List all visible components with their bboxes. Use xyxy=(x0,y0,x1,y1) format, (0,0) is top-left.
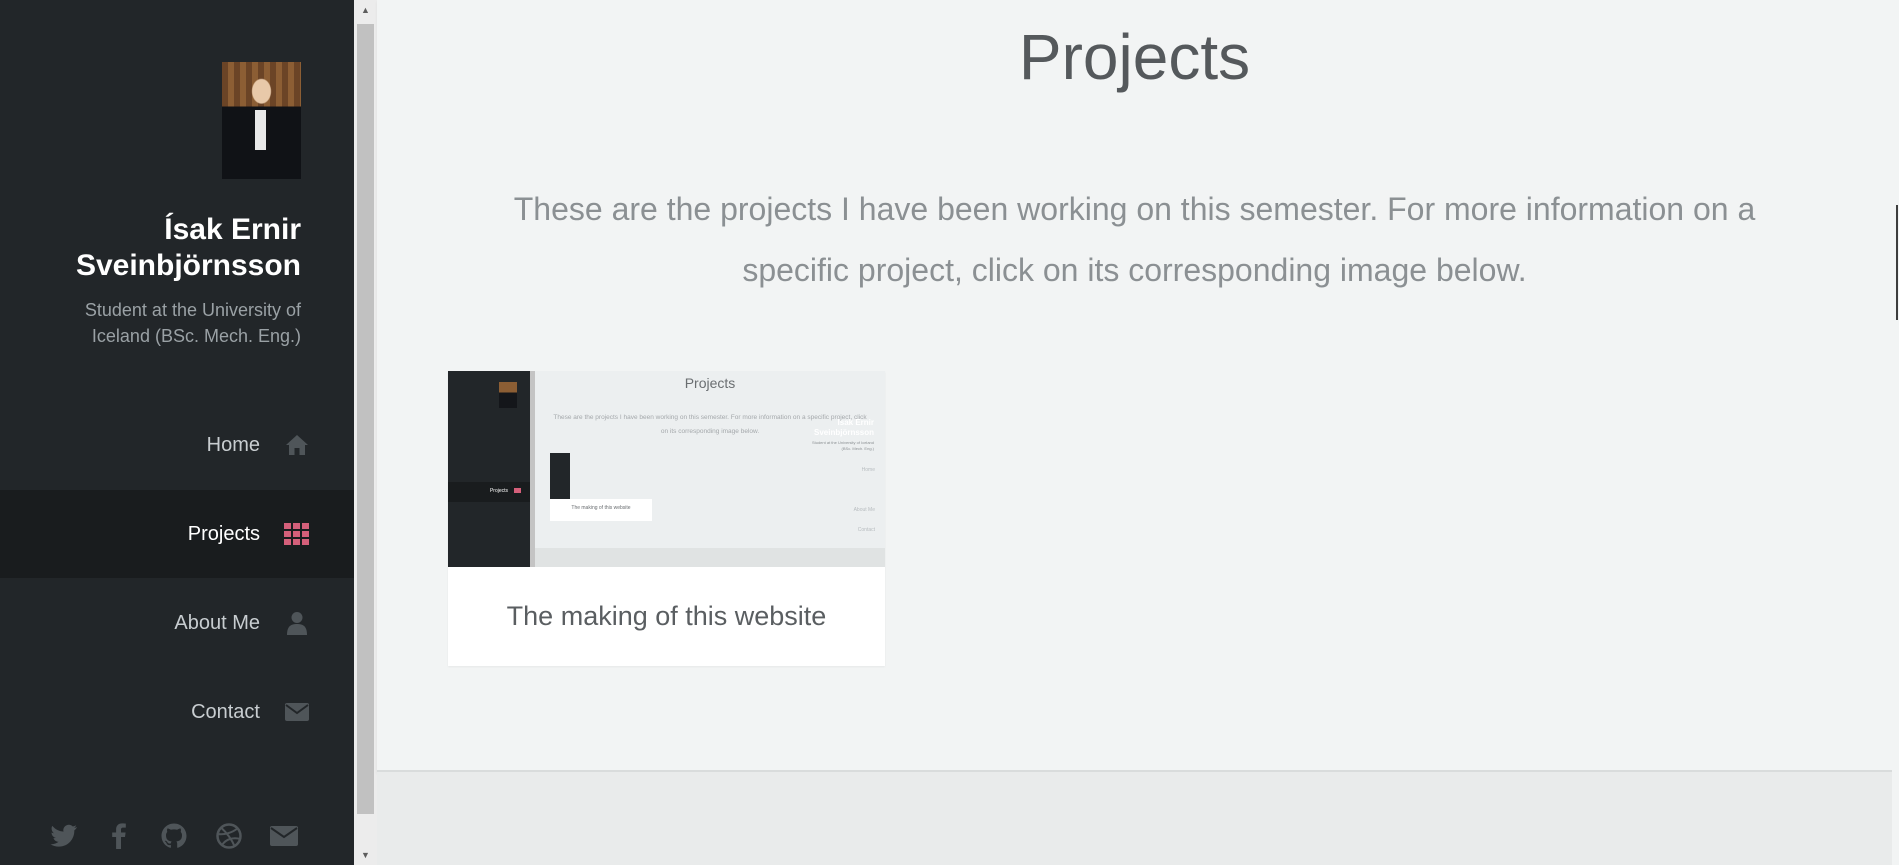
thumbnail-project-card: The making of this website xyxy=(550,453,652,521)
thumbnail-title: Projects xyxy=(684,375,736,391)
thumbnail-nav-about: About Me xyxy=(853,507,875,513)
scrollbar-thumb[interactable] xyxy=(357,24,374,814)
github-icon[interactable] xyxy=(160,822,188,850)
author-subtitle: Student at the University of Iceland (BS… xyxy=(84,300,301,346)
thumbnail-avatar xyxy=(499,382,517,408)
sidebar: Ísak Ernir Sveinbjörnsson Student at the… xyxy=(0,0,354,865)
nav-item-label: Projects xyxy=(187,522,260,545)
page-title: Projects xyxy=(1018,21,1251,93)
scroll-up-arrow-icon[interactable]: ▲ xyxy=(354,0,377,20)
nav-item-about[interactable]: About Me xyxy=(0,579,354,667)
home-icon xyxy=(284,432,310,458)
page-scrollbar[interactable]: ▲ ▼ xyxy=(354,0,377,865)
page-intro: These are the projects I have been worki… xyxy=(513,191,1756,288)
thumbnail-author-subtitle: Student at the University of Iceland (BS… xyxy=(811,440,874,451)
right-scroll-marker xyxy=(1896,205,1898,320)
user-icon xyxy=(284,610,310,636)
dribbble-icon[interactable] xyxy=(215,822,243,850)
social-links xyxy=(50,822,298,850)
thumbnail-nav-contact: Contact xyxy=(857,527,875,533)
envelope-icon[interactable] xyxy=(270,822,298,850)
project-card[interactable]: Ísak Ernir Sveinbjörnsson Student at the… xyxy=(448,371,885,666)
thumbnail-intro: These are the projects I have been worki… xyxy=(553,414,867,435)
nav-item-contact[interactable]: Contact xyxy=(0,668,354,756)
footer-area xyxy=(377,772,1892,865)
main-content: Projects These are the projects I have b… xyxy=(377,0,1892,772)
right-edge xyxy=(1892,0,1899,865)
nav-item-label: About Me xyxy=(174,611,260,634)
grid-icon xyxy=(284,521,310,547)
project-card-title[interactable]: The making of this website xyxy=(448,567,885,666)
thumbnail-sidebar xyxy=(448,371,530,567)
nav-item-label: Contact xyxy=(191,700,260,723)
nav-item-home[interactable]: Home xyxy=(0,401,354,489)
project-thumbnail[interactable]: Ísak Ernir Sveinbjörnsson Student at the… xyxy=(448,371,885,567)
nav-item-projects[interactable]: Projects xyxy=(0,490,354,578)
envelope-icon xyxy=(284,699,310,725)
scroll-down-arrow-icon[interactable]: ▼ xyxy=(354,845,377,865)
twitter-icon[interactable] xyxy=(50,822,78,850)
thumbnail-nav-projects: Projects xyxy=(448,482,530,502)
author-name: Ísak Ernir Sveinbjörnsson xyxy=(75,213,301,282)
nav-item-label: Home xyxy=(206,433,260,456)
avatar xyxy=(222,62,301,179)
facebook-icon[interactable] xyxy=(105,822,133,850)
thumbnail-nav-home: Home xyxy=(861,467,875,473)
